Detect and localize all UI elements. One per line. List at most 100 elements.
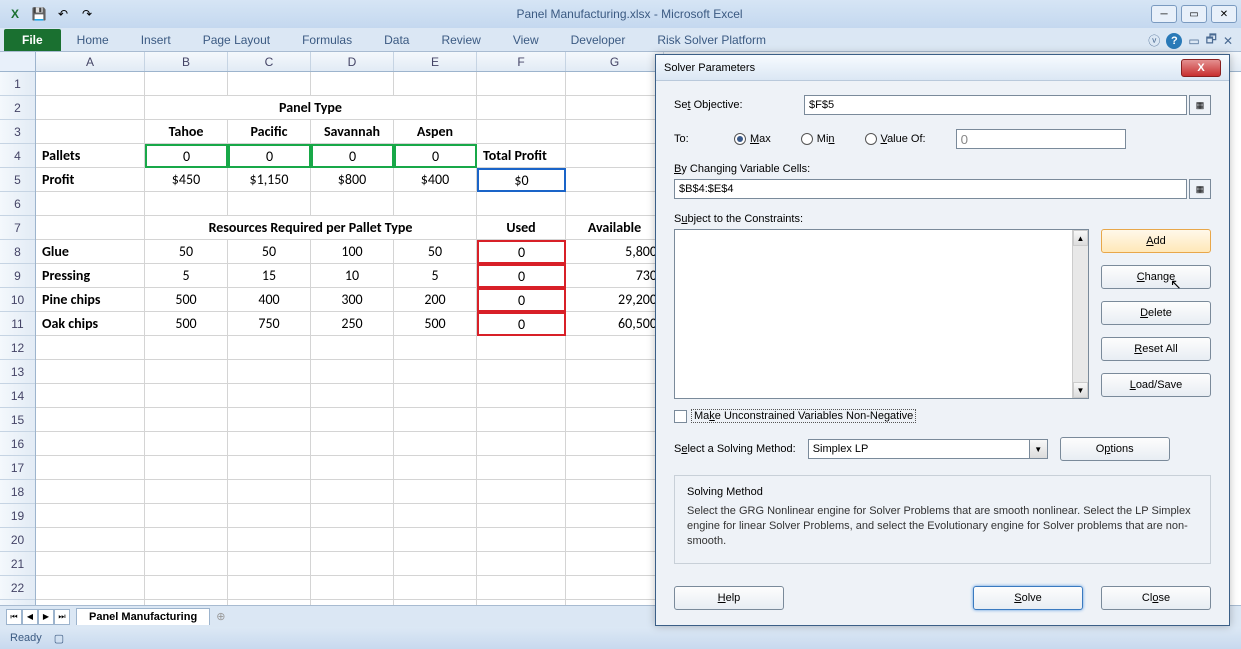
- cell[interactable]: [311, 456, 394, 480]
- constraints-listbox[interactable]: ▲ ▼: [674, 229, 1089, 399]
- cell[interactable]: [228, 408, 311, 432]
- profit-cell[interactable]: $400: [394, 168, 477, 192]
- resource-name[interactable]: Glue: [36, 240, 145, 264]
- changing-cells-input[interactable]: [674, 179, 1187, 199]
- product-header[interactable]: Savannah: [311, 120, 394, 144]
- row-header-10[interactable]: 10: [0, 288, 35, 312]
- tab-nav-prev[interactable]: ◀: [22, 609, 38, 625]
- used-cell[interactable]: 0: [477, 264, 566, 288]
- available-cell[interactable]: 730: [566, 264, 664, 288]
- cell[interactable]: [311, 360, 394, 384]
- cell[interactable]: [477, 528, 566, 552]
- solve-button[interactable]: Solve: [973, 586, 1083, 610]
- cell[interactable]: [566, 432, 664, 456]
- cell[interactable]: [145, 336, 228, 360]
- col-header-A[interactable]: A: [36, 52, 145, 71]
- cell[interactable]: [566, 72, 664, 96]
- row-header-13[interactable]: 13: [0, 360, 35, 384]
- cell[interactable]: [36, 480, 145, 504]
- resource-val[interactable]: 50: [394, 240, 477, 264]
- tab-nav-last[interactable]: ⏭: [54, 609, 70, 625]
- used-header[interactable]: Used: [477, 216, 566, 240]
- row-header-3[interactable]: 3: [0, 120, 35, 144]
- cell[interactable]: [145, 408, 228, 432]
- chevron-down-icon[interactable]: ▼: [1029, 440, 1047, 458]
- save-icon[interactable]: 💾: [28, 3, 50, 25]
- available-cell[interactable]: 5,800: [566, 240, 664, 264]
- min-radio[interactable]: [801, 133, 813, 145]
- row-header-1[interactable]: 1: [0, 72, 35, 96]
- product-header[interactable]: Aspen: [394, 120, 477, 144]
- cell[interactable]: [566, 552, 664, 576]
- cell[interactable]: [394, 384, 477, 408]
- ribbon-restore-icon[interactable]: 🗗: [1206, 30, 1217, 51]
- tab-nav-next[interactable]: ▶: [38, 609, 54, 625]
- cell[interactable]: [394, 504, 477, 528]
- cell[interactable]: [228, 456, 311, 480]
- row-header-7[interactable]: 7: [0, 216, 35, 240]
- macro-record-icon[interactable]: ▢: [54, 632, 64, 645]
- profit-label[interactable]: Profit: [36, 168, 145, 192]
- max-radio[interactable]: [734, 133, 746, 145]
- cell[interactable]: [145, 384, 228, 408]
- cell[interactable]: [36, 384, 145, 408]
- cell[interactable]: [566, 120, 664, 144]
- reset-button[interactable]: Reset All: [1101, 337, 1211, 361]
- row-header-16[interactable]: 16: [0, 432, 35, 456]
- cell[interactable]: [477, 96, 566, 120]
- valueof-radio[interactable]: [865, 133, 877, 145]
- resource-name[interactable]: Oak chips: [36, 312, 145, 336]
- cell[interactable]: [394, 336, 477, 360]
- col-header-B[interactable]: B: [145, 52, 228, 71]
- tab-data[interactable]: Data: [368, 29, 425, 51]
- cell[interactable]: [311, 528, 394, 552]
- row-header-4[interactable]: 4: [0, 144, 35, 168]
- used-cell[interactable]: 0: [477, 312, 566, 336]
- total-profit-label[interactable]: Total Profit: [477, 144, 566, 168]
- cell[interactable]: [566, 504, 664, 528]
- delete-button[interactable]: Delete: [1101, 301, 1211, 325]
- col-header-C[interactable]: C: [228, 52, 311, 71]
- cell[interactable]: [228, 72, 311, 96]
- cell[interactable]: [477, 576, 566, 600]
- resource-val[interactable]: 250: [311, 312, 394, 336]
- row-header-21[interactable]: 21: [0, 552, 35, 576]
- cell[interactable]: [36, 576, 145, 600]
- cell[interactable]: [145, 360, 228, 384]
- select-all-corner[interactable]: [0, 52, 36, 71]
- cell[interactable]: [311, 480, 394, 504]
- cell[interactable]: [145, 192, 228, 216]
- resource-name[interactable]: Pressing: [36, 264, 145, 288]
- cell[interactable]: [145, 72, 228, 96]
- cell[interactable]: [228, 576, 311, 600]
- listbox-scrollbar[interactable]: ▲ ▼: [1072, 230, 1088, 398]
- cell[interactable]: [145, 432, 228, 456]
- tab-page-layout[interactable]: Page Layout: [187, 29, 286, 51]
- product-header[interactable]: Tahoe: [145, 120, 228, 144]
- dialog-close-button[interactable]: X: [1181, 59, 1221, 77]
- row-header-2[interactable]: 2: [0, 96, 35, 120]
- cell[interactable]: [566, 384, 664, 408]
- product-header[interactable]: Pacific: [228, 120, 311, 144]
- row-header-5[interactable]: 5: [0, 168, 35, 192]
- close-window-button[interactable]: ✕: [1211, 5, 1237, 23]
- new-sheet-icon[interactable]: ⊕: [216, 610, 225, 623]
- cell[interactable]: [477, 480, 566, 504]
- cell[interactable]: [566, 96, 664, 120]
- total-profit-cell[interactable]: $0: [477, 168, 566, 192]
- pallets-cell[interactable]: 0: [228, 144, 311, 168]
- cell[interactable]: [477, 504, 566, 528]
- cell[interactable]: [311, 336, 394, 360]
- close-button[interactable]: Close: [1101, 586, 1211, 610]
- cell[interactable]: [228, 528, 311, 552]
- cell[interactable]: [228, 360, 311, 384]
- cell[interactable]: [477, 432, 566, 456]
- resource-val[interactable]: 15: [228, 264, 311, 288]
- cell[interactable]: [36, 192, 145, 216]
- cell[interactable]: [228, 192, 311, 216]
- cell[interactable]: [228, 480, 311, 504]
- help-button[interactable]: Help: [674, 586, 784, 610]
- cell[interactable]: [566, 528, 664, 552]
- cell[interactable]: [145, 528, 228, 552]
- undo-icon[interactable]: ↶: [52, 3, 74, 25]
